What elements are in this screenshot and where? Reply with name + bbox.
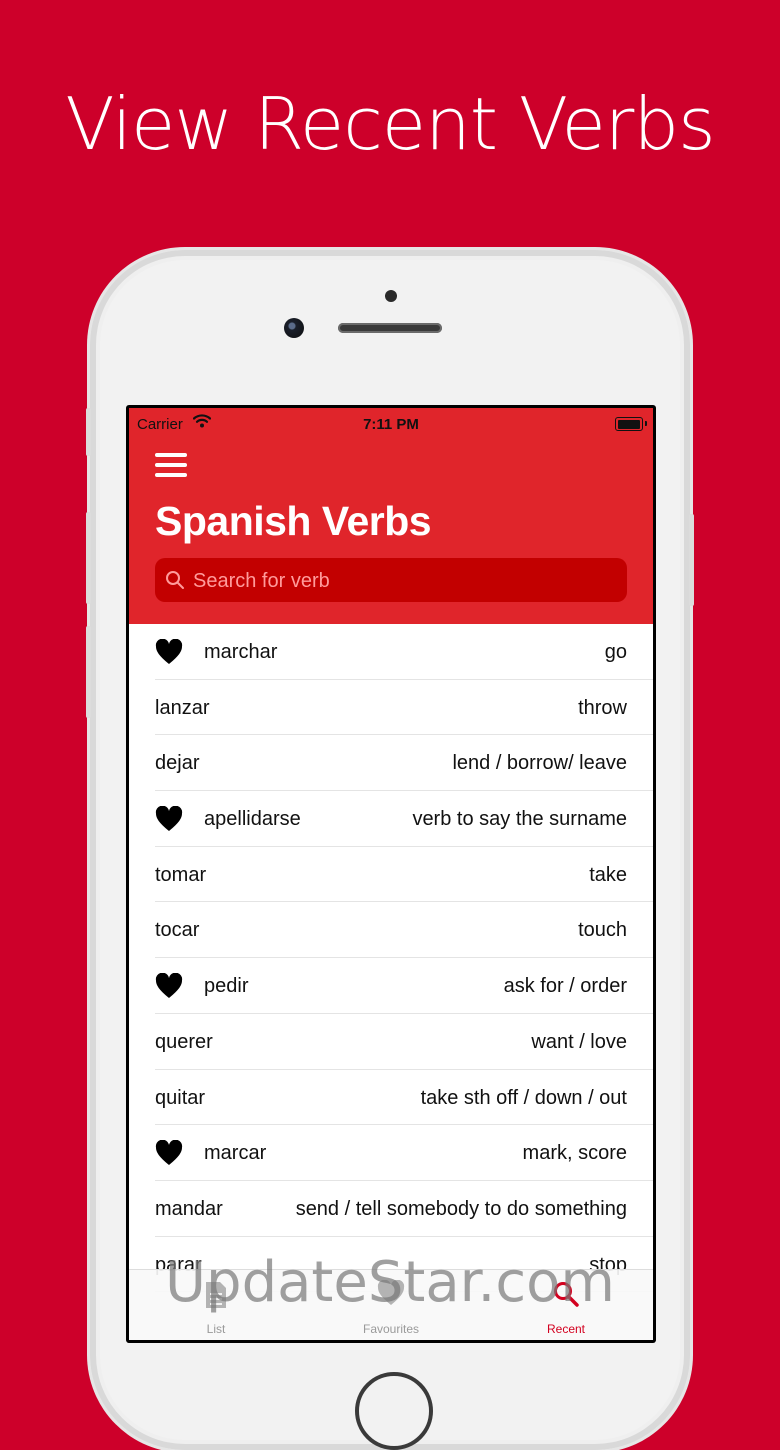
- verb-label: quitar: [155, 1086, 206, 1109]
- verb-row[interactable]: dejar lend / borrow/ leave: [129, 735, 653, 791]
- verb-label: mandar: [155, 1197, 223, 1220]
- favourite-heart-icon[interactable]: [155, 973, 183, 999]
- verb-row[interactable]: mandar send / tell somebody to do somethi…: [129, 1181, 653, 1237]
- status-time: 7:11 PM: [363, 416, 419, 433]
- verb-meaning: mark, score: [522, 1142, 627, 1165]
- tab-list[interactable]: List: [129, 1270, 303, 1340]
- hamburger-menu-icon[interactable]: [155, 453, 187, 479]
- verb-row[interactable]: apellidarse verb to say the surname: [129, 791, 653, 847]
- tab-bar: List Favourites Recent: [129, 1269, 653, 1340]
- mute-switch: [86, 408, 91, 456]
- verb-meaning: take: [589, 863, 627, 886]
- search-recent-icon: [554, 1282, 579, 1307]
- verb-label: querer: [155, 1030, 213, 1053]
- verb-meaning: lend / borrow/ leave: [452, 752, 627, 775]
- verb-meaning: touch: [578, 919, 627, 942]
- earpiece-speaker: [338, 323, 442, 333]
- verb-row[interactable]: quitar take sth off / down / out: [129, 1070, 653, 1126]
- verb-label: marchar: [204, 641, 278, 663]
- proximity-sensor: [385, 290, 397, 302]
- search-input[interactable]: [191, 558, 615, 604]
- verb-meaning: take sth off / down / out: [420, 1086, 627, 1109]
- verb-row[interactable]: tomar take: [129, 847, 653, 903]
- volume-down-button: [86, 626, 91, 718]
- favourite-heart-icon[interactable]: [155, 806, 183, 832]
- verb-label: dejar: [155, 752, 200, 775]
- tab-recent[interactable]: Recent: [479, 1270, 653, 1340]
- home-button[interactable]: [355, 1372, 433, 1450]
- tab-favourites[interactable]: Favourites: [304, 1270, 478, 1340]
- navigation-header: Carrier 7:11 PM Spanish Verbs: [129, 408, 653, 624]
- verb-label: lanzar: [155, 696, 210, 719]
- verb-meaning: go: [604, 641, 627, 663]
- power-button: [689, 514, 694, 606]
- tab-favourites-label: Favourites: [362, 1322, 420, 1336]
- verb-row[interactable]: marcar mark, score: [129, 1125, 653, 1181]
- battery-icon: [615, 417, 647, 431]
- verb-row[interactable]: pedir ask for / order: [129, 958, 653, 1014]
- verb-meaning: want / love: [531, 1030, 627, 1053]
- verb-label: tocar: [155, 919, 200, 942]
- verb-meaning: verb to say the surname: [412, 808, 627, 831]
- tab-recent-label: Recent: [546, 1322, 586, 1336]
- page-title: Spanish Verbs: [155, 498, 432, 544]
- tab-list-label: List: [206, 1322, 226, 1336]
- verb-meaning: throw: [578, 696, 627, 719]
- verb-label: marcar: [204, 1142, 267, 1165]
- heart-icon: [377, 1280, 405, 1305]
- verb-label: tomar: [155, 863, 207, 886]
- volume-up-button: [86, 512, 91, 604]
- verb-row[interactable]: marchar go: [129, 624, 653, 680]
- status-bar: Carrier 7:11 PM: [129, 408, 653, 438]
- front-camera: [284, 318, 304, 338]
- favourite-heart-icon[interactable]: [155, 639, 183, 665]
- document-icon: [206, 1282, 226, 1308]
- favourite-heart-icon[interactable]: [155, 1140, 183, 1166]
- verb-row[interactable]: tocar touch: [129, 902, 653, 958]
- search-icon: [166, 571, 184, 589]
- verb-row[interactable]: lanzar throw: [129, 680, 653, 736]
- verb-meaning: send / tell somebody to do something: [295, 1197, 627, 1220]
- phone-screen: Carrier 7:11 PM Spanish Verbs Search for…: [126, 405, 656, 1343]
- verb-row[interactable]: querer want / love: [129, 1014, 653, 1070]
- verb-label: pedir: [204, 975, 249, 998]
- verb-meaning: ask for / order: [503, 975, 627, 998]
- verb-label: apellidarse: [204, 808, 301, 831]
- verb-list: marchar go lanzar throw dejar lend / borrow/ …: [129, 624, 653, 1292]
- search-bar[interactable]: [155, 558, 627, 604]
- promo-headline: View Recent Verbs: [65, 82, 715, 166]
